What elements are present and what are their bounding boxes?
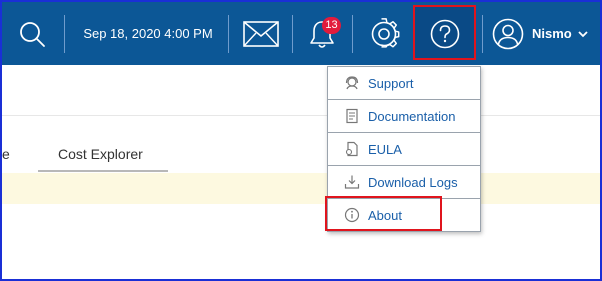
- menu-item-download-logs[interactable]: Download Logs: [328, 166, 480, 199]
- menu-item-documentation[interactable]: Documentation: [328, 100, 480, 133]
- user-menu-button[interactable]: Nismo: [492, 2, 596, 65]
- menu-item-label: Support: [368, 75, 414, 91]
- menu-item-about[interactable]: About: [328, 199, 480, 231]
- tab-cost-explorer[interactable]: Cost Explorer: [58, 146, 143, 162]
- divider: [64, 15, 65, 53]
- info-icon: [344, 207, 360, 223]
- download-icon: [344, 175, 360, 189]
- datetime-display: Sep 18, 2020 4:00 PM: [78, 2, 218, 65]
- section-divider: [2, 115, 600, 116]
- gear-icon: [371, 17, 400, 48]
- help-question-icon: [430, 19, 459, 48]
- notice-banner: [2, 173, 600, 204]
- eula-document-icon: [345, 141, 358, 157]
- notification-count-badge: 13: [322, 17, 341, 34]
- support-headset-icon: [345, 76, 359, 90]
- top-navigation-bar: Sep 18, 2020 4:00 PM 13 Nismo: [2, 2, 600, 65]
- app-window: Sep 18, 2020 4:00 PM 13 Nismo e Cost Exp…: [0, 0, 602, 281]
- search-button[interactable]: [14, 2, 50, 65]
- menu-item-support[interactable]: Support: [328, 67, 480, 100]
- datetime-text: Sep 18, 2020 4:00 PM: [83, 26, 213, 41]
- divider: [228, 15, 229, 53]
- mail-icon: [243, 20, 279, 47]
- help-button[interactable]: [413, 2, 476, 65]
- search-icon: [20, 21, 45, 47]
- menu-item-label: About: [368, 207, 402, 223]
- tab-underline: [38, 170, 168, 172]
- user-name: Nismo: [532, 26, 572, 41]
- messages-button[interactable]: [242, 2, 280, 65]
- settings-button[interactable]: [366, 2, 402, 65]
- user-avatar-icon: [492, 18, 524, 49]
- document-icon: [346, 108, 358, 124]
- help-dropdown-menu: Support Documentation EULA Download Logs…: [327, 66, 481, 232]
- chevron-down-icon: [578, 30, 588, 37]
- tab-partial[interactable]: e: [2, 146, 10, 162]
- menu-item-label: Download Logs: [368, 174, 458, 190]
- menu-item-label: EULA: [368, 141, 402, 157]
- menu-item-eula[interactable]: EULA: [328, 133, 480, 166]
- divider: [482, 15, 483, 53]
- divider: [352, 15, 353, 53]
- divider: [292, 15, 293, 53]
- menu-item-label: Documentation: [368, 108, 456, 124]
